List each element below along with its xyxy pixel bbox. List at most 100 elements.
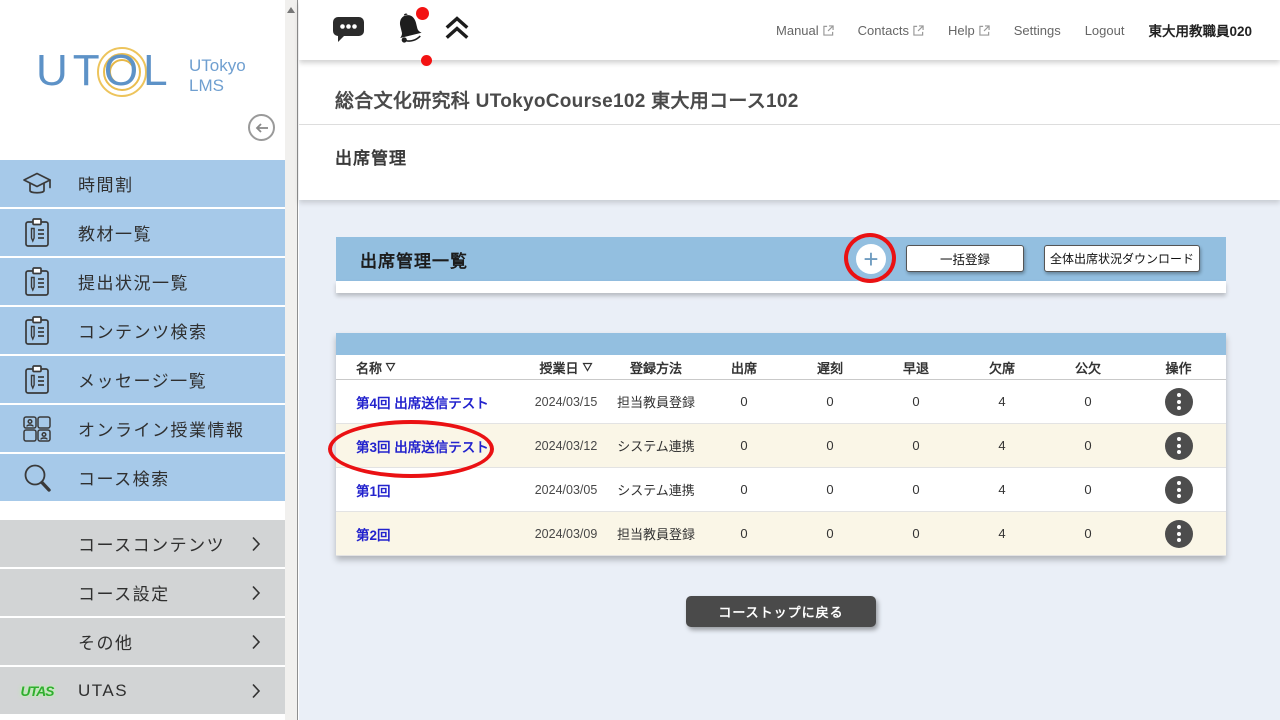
row-operations-menu-button[interactable] [1165, 432, 1193, 460]
late-count: 0 [787, 438, 873, 453]
topbar-links: Manual Contacts Help Settings Logout 東大用… [776, 20, 1252, 40]
column-header-early-leave: 早退 [873, 358, 959, 377]
divider [299, 124, 1280, 125]
collapse-sidebar-button[interactable] [248, 114, 275, 141]
early-leave-count: 0 [873, 438, 959, 453]
registration-method: 担当教員登録 [611, 392, 701, 411]
sidebar-item-messages[interactable]: メッセージ一覧 [0, 356, 285, 403]
sidebar-item-label: 時間割 [78, 171, 134, 196]
column-header-class-date[interactable]: 授業日 [521, 358, 611, 377]
messages-icon[interactable] [331, 13, 367, 48]
class-date: 2024/03/12 [521, 439, 611, 453]
attendance-record-link[interactable]: 第2回 [356, 528, 391, 543]
external-link-icon [823, 25, 834, 36]
red-dot-annotation [421, 55, 432, 66]
logout-link[interactable]: Logout [1085, 23, 1125, 38]
course-header: 総合文化研究科 UTokyoCourse102 東大用コース102 出席管理 [299, 60, 1280, 200]
clipboard-icon [17, 364, 57, 396]
column-header-registration-method: 登録方法 [611, 358, 701, 377]
excused-count: 0 [1045, 438, 1131, 453]
chevron-right-icon [251, 634, 261, 650]
sidebar-item-utas[interactable]: UTAS UTAS [0, 667, 285, 714]
logo-subtitle: UTokyo LMS [189, 56, 246, 96]
logo-subtitle-line2: LMS [189, 76, 246, 96]
download-attendance-button[interactable]: 全体出席状況ダウンロード [1044, 245, 1200, 272]
sidebar-item-label: その他 [78, 629, 134, 654]
present-count: 0 [701, 482, 787, 497]
sidebar-item-label: コース設定 [78, 580, 170, 605]
external-link-icon [979, 25, 990, 36]
chevron-right-icon [251, 536, 261, 552]
collapse-topbar-icon[interactable] [443, 15, 471, 46]
attendance-panel-title: 出席管理一覧 [360, 247, 468, 272]
contacts-link[interactable]: Contacts [858, 23, 924, 38]
sidebar: UTOL UTokyo LMS 時間割 教材一覧 [0, 0, 285, 720]
sidebar-item-label: メッセージ一覧 [78, 367, 207, 392]
row-operations-menu-button[interactable] [1165, 476, 1193, 504]
absent-count: 4 [959, 394, 1045, 409]
column-header-name[interactable]: 名称 [336, 358, 521, 377]
sort-descending-icon [385, 362, 396, 372]
sidebar-item-submission-status[interactable]: 提出状況一覧 [0, 258, 285, 305]
scroll-up-arrow[interactable] [287, 7, 295, 13]
attendance-record-link[interactable]: 第1回 [356, 484, 391, 499]
registration-method: システム連携 [611, 436, 701, 455]
late-count: 0 [787, 394, 873, 409]
logo-area: UTOL UTokyo LMS [0, 0, 285, 160]
notifications-bell-icon[interactable] [391, 10, 427, 51]
content-area: 出席管理一覧 + 一括登録 全体出席状況ダウンロード 名称 授業日 [299, 200, 1280, 720]
bulk-register-button[interactable]: 一括登録 [906, 245, 1024, 272]
class-date: 2024/03/15 [521, 395, 611, 409]
manual-link[interactable]: Manual [776, 23, 834, 38]
class-date: 2024/03/09 [521, 527, 611, 541]
table-row: 第2回 2024/03/09 担当教員登録 0 0 0 4 0 [336, 512, 1226, 556]
column-header-late: 遅刻 [787, 358, 873, 377]
back-to-course-top-button[interactable]: コーストップに戻る [686, 596, 876, 627]
excused-count: 0 [1045, 526, 1131, 541]
sidebar-item-label: 教材一覧 [78, 220, 152, 245]
sidebar-item-course-settings[interactable]: コース設定 [0, 569, 285, 616]
sidebar-item-online-class-info[interactable]: オンライン授業情報 [0, 405, 285, 452]
online-class-icon [17, 414, 57, 444]
username: 東大用教職員020 [1148, 20, 1252, 40]
course-title: 総合文化研究科 UTokyoCourse102 東大用コース102 [335, 86, 799, 113]
add-attendance-button[interactable]: + [856, 244, 886, 274]
sidebar-item-label: コンテンツ検索 [78, 318, 208, 343]
class-date: 2024/03/05 [521, 483, 611, 497]
topbar: Manual Contacts Help Settings Logout 東大用… [299, 0, 1280, 60]
sidebar-item-materials[interactable]: 教材一覧 [0, 209, 285, 256]
registration-method: システム連携 [611, 480, 701, 499]
page-title: 出席管理 [335, 144, 407, 169]
sidebar-scrollbar[interactable] [285, 0, 298, 720]
attendance-record-link[interactable]: 第4回 出席送信テスト [356, 396, 489, 411]
help-link[interactable]: Help [948, 23, 990, 38]
clipboard-icon [17, 266, 57, 298]
sidebar-section-gap [0, 503, 285, 520]
attendance-panel-strip [336, 281, 1226, 293]
sidebar-item-content-search[interactable]: コンテンツ検索 [0, 307, 285, 354]
attendance-record-link[interactable]: 第3回 出席送信テスト [356, 440, 489, 455]
clipboard-icon [17, 315, 57, 347]
search-icon [17, 462, 57, 494]
sidebar-item-course-search[interactable]: コース検索 [0, 454, 285, 501]
utas-logo-icon: UTAS [17, 683, 57, 699]
sidebar-item-timetable[interactable]: 時間割 [0, 160, 285, 207]
row-operations-menu-button[interactable] [1165, 520, 1193, 548]
main-area: Manual Contacts Help Settings Logout 東大用… [299, 0, 1280, 720]
chevron-right-icon [251, 585, 261, 601]
sidebar-item-label: コースコンテンツ [78, 531, 225, 556]
sidebar-nav: 時間割 教材一覧 提出状況一覧 コンテンツ検索 [0, 160, 285, 714]
clipboard-icon [17, 217, 57, 249]
logo-subtitle-line1: UTokyo [189, 56, 246, 76]
settings-link[interactable]: Settings [1014, 23, 1061, 38]
sidebar-item-course-contents[interactable]: コースコンテンツ [0, 520, 285, 567]
registration-method: 担当教員登録 [611, 524, 701, 543]
sidebar-item-label: コース検索 [78, 465, 170, 490]
arrow-left-icon [255, 122, 269, 134]
row-operations-menu-button[interactable] [1165, 388, 1193, 416]
column-header-excused: 公欠 [1045, 358, 1131, 377]
excused-count: 0 [1045, 394, 1131, 409]
sidebar-item-others[interactable]: その他 [0, 618, 285, 665]
excused-count: 0 [1045, 482, 1131, 497]
early-leave-count: 0 [873, 526, 959, 541]
